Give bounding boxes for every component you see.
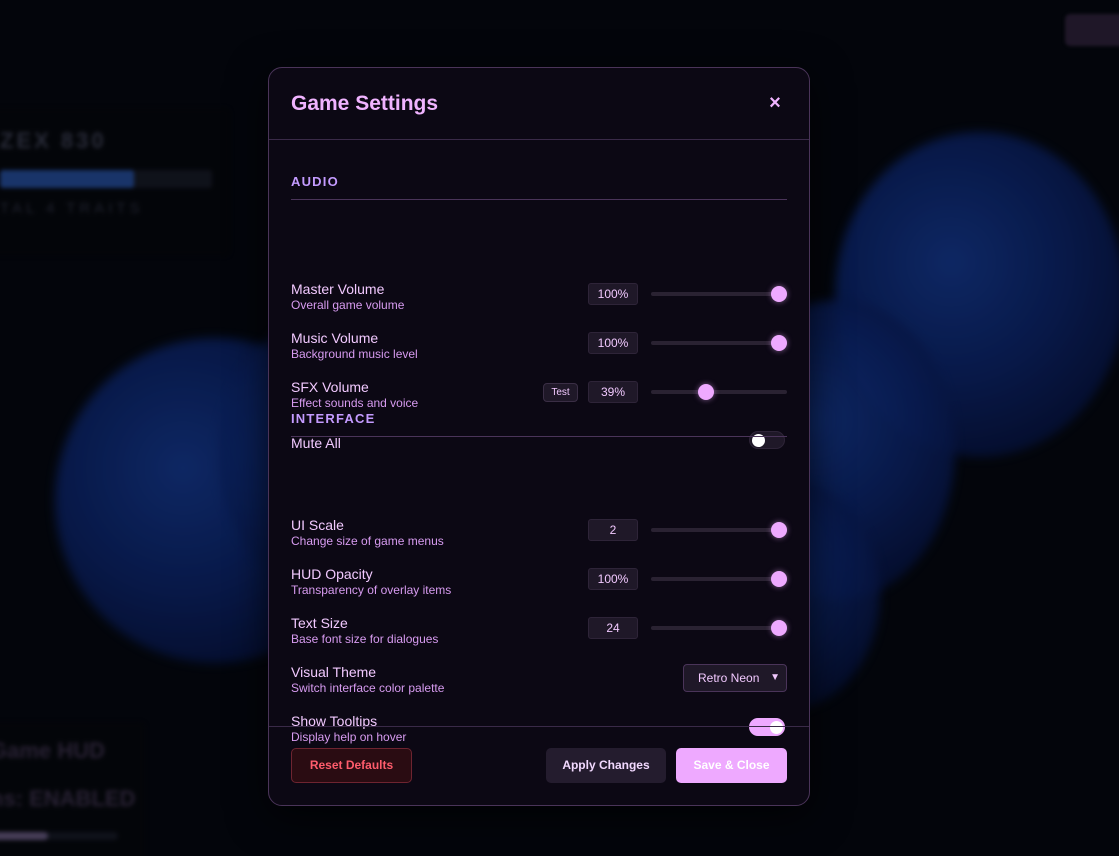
setting-description: Change size of game menus <box>291 534 444 548</box>
setting-label: Visual Theme <box>291 664 377 680</box>
slider-thumb[interactable] <box>697 384 714 400</box>
visual-theme-selected: Retro Neon <box>698 671 760 685</box>
setting-ui-scale: UI Scale Change size of game menus 2 <box>291 517 787 557</box>
section-title-audio: AUDIO <box>291 174 787 200</box>
slider-thumb[interactable] <box>770 571 787 587</box>
setting-hud-opacity: HUD Opacity Transparency of overlay item… <box>291 566 787 606</box>
setting-music-volume: Music Volume Background music level 100% <box>291 330 787 370</box>
music-volume-slider[interactable] <box>651 334 787 352</box>
apply-changes-button[interactable]: Apply Changes <box>546 748 666 783</box>
slider-track <box>651 390 787 394</box>
modal-header: Game Settings × <box>269 68 809 140</box>
setting-label: HUD Opacity <box>291 566 373 582</box>
master-volume-slider[interactable] <box>651 285 787 303</box>
close-icon[interactable]: × <box>767 92 783 114</box>
setting-text-size: Text Size Base font size for dialogues 2… <box>291 615 787 655</box>
chevron-down-icon: ▼ <box>770 672 780 683</box>
setting-label: Master Volume <box>291 281 385 297</box>
visual-theme-select[interactable]: Retro Neon ▼ <box>683 664 787 692</box>
setting-description: Background music level <box>291 347 418 361</box>
sfx-volume-slider[interactable] <box>651 383 787 401</box>
ui-scale-value: 2 <box>588 519 638 541</box>
hud-opacity-slider[interactable] <box>651 570 787 588</box>
slider-track <box>651 341 787 345</box>
slider-thumb[interactable] <box>770 620 787 636</box>
setting-description: Base font size for dialogues <box>291 632 439 646</box>
text-size-value: 24 <box>588 617 638 639</box>
slider-track <box>651 292 787 296</box>
setting-label: Mute All <box>291 435 341 451</box>
modal-title: Game Settings <box>291 92 439 115</box>
setting-label: SFX Volume <box>291 379 369 395</box>
master-volume-value: 100% <box>588 283 638 305</box>
text-size-slider[interactable] <box>651 619 787 637</box>
ui-scale-slider[interactable] <box>651 521 787 539</box>
section-title-interface: INTERFACE <box>291 411 787 437</box>
music-volume-value: 100% <box>588 332 638 354</box>
save-and-close-button[interactable]: Save & Close <box>676 748 787 783</box>
settings-modal: Game Settings × AUDIO Master Volume Over… <box>268 67 810 806</box>
sfx-volume-value: 39% <box>588 381 638 403</box>
setting-label: Music Volume <box>291 330 379 346</box>
slider-track <box>651 528 787 532</box>
setting-description: Switch interface color palette <box>291 681 445 695</box>
sfx-test-button[interactable]: Test <box>543 383 578 402</box>
reset-defaults-button[interactable]: Reset Defaults <box>291 748 412 783</box>
setting-master-volume: Master Volume Overall game volume 100% <box>291 281 787 321</box>
slider-thumb[interactable] <box>770 335 787 351</box>
slider-track <box>651 577 787 581</box>
slider-thumb[interactable] <box>770 286 787 302</box>
setting-description: Effect sounds and voice <box>291 396 419 410</box>
slider-track <box>651 626 787 630</box>
setting-visual-theme: Visual Theme Switch interface color pale… <box>291 664 787 704</box>
modal-footer: Reset Defaults Apply Changes Save & Clos… <box>269 726 809 806</box>
slider-thumb[interactable] <box>770 522 787 538</box>
setting-label: Text Size <box>291 615 348 631</box>
setting-description: Overall game volume <box>291 298 405 312</box>
hud-opacity-value: 100% <box>588 568 638 590</box>
setting-label: UI Scale <box>291 517 344 533</box>
setting-description: Transparency of overlay items <box>291 583 452 597</box>
